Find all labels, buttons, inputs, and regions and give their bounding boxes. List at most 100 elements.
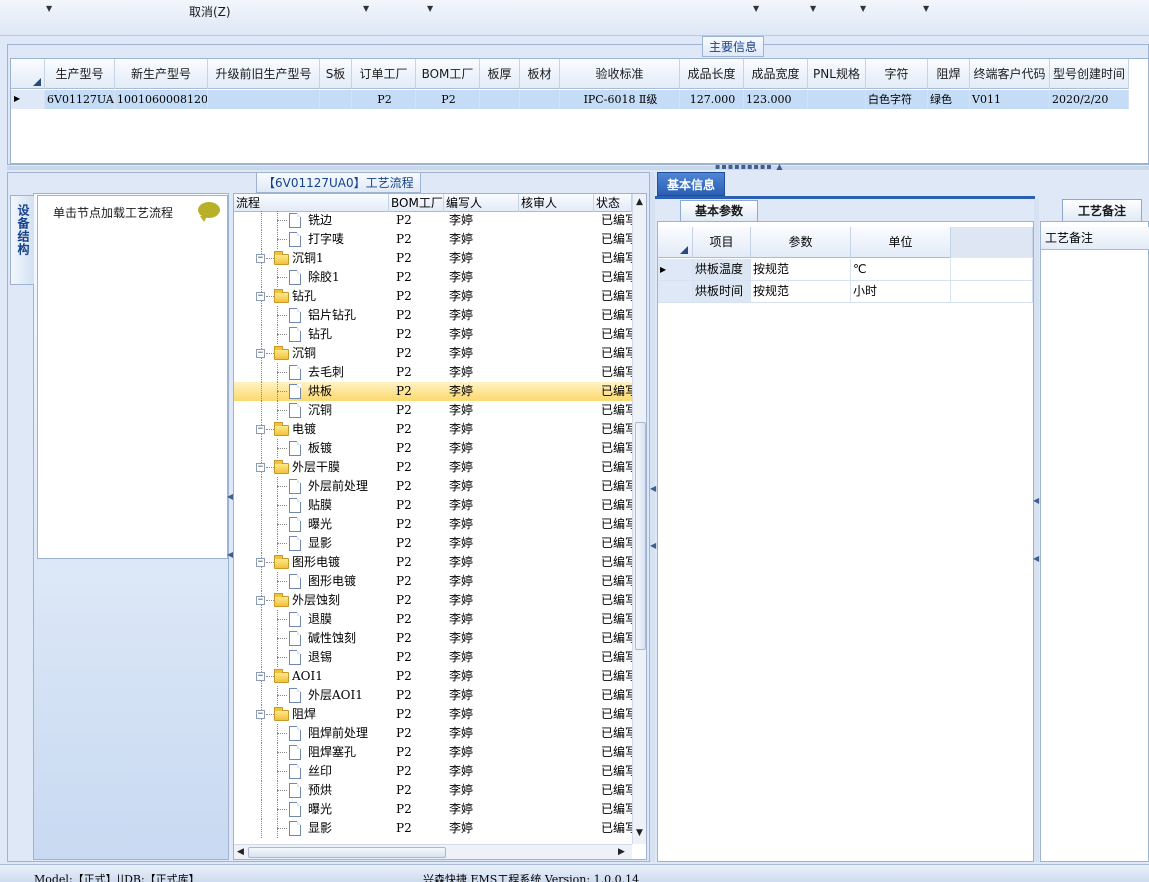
unit-cell[interactable]: 小时 xyxy=(851,281,951,302)
table-cell[interactable]: 白色字符 xyxy=(866,90,928,109)
column-header[interactable]: BOM工厂 xyxy=(389,194,444,212)
tree-folder-node[interactable]: − AOI1 P2 李婷 已编写 xyxy=(234,667,632,686)
column-header[interactable]: 阻焊 xyxy=(928,59,970,89)
collapse-toggle-icon[interactable]: − xyxy=(256,254,265,263)
tree-leaf-node[interactable]: 外层AOI1 P2 李婷 已编写 xyxy=(234,686,632,705)
collapse-toggle-icon[interactable]: − xyxy=(256,463,265,472)
table-cell[interactable] xyxy=(480,90,520,109)
vertical-splitter[interactable] xyxy=(650,172,655,862)
column-header[interactable]: 单位 xyxy=(851,227,951,258)
tree-leaf-node[interactable]: 铝片钻孔 P2 李婷 已编写 xyxy=(234,306,632,325)
tree-folder-node[interactable]: − 沉铜 P2 李婷 已编写 xyxy=(234,344,632,363)
tree-leaf-node[interactable]: 显影 P2 李婷 已编写 xyxy=(234,534,632,553)
tree-leaf-node[interactable]: 碱性蚀刻 P2 李婷 已编写 xyxy=(234,629,632,648)
column-header[interactable]: BOM工厂 xyxy=(416,59,480,89)
param-cell[interactable]: 按规范 xyxy=(751,281,851,302)
tree-folder-node[interactable]: − 图形电镀 P2 李婷 已编写 xyxy=(234,553,632,572)
tab-equipment-structure[interactable]: 设备结构 xyxy=(10,195,34,285)
dropdown-arrow-icon[interactable]: ▼ xyxy=(923,4,929,13)
column-header[interactable]: 订单工厂 xyxy=(352,59,416,89)
table-cell[interactable] xyxy=(520,90,560,109)
tree-leaf-node[interactable]: 除胶1 P2 李婷 已编写 xyxy=(234,268,632,287)
table-cell[interactable] xyxy=(808,90,866,109)
column-header[interactable]: 参数 xyxy=(751,227,851,258)
tree-folder-node[interactable]: − 阻焊 P2 李婷 已编写 xyxy=(234,705,632,724)
dropdown-arrow-icon[interactable]: ▼ xyxy=(363,4,369,13)
scroll-thumb[interactable] xyxy=(248,847,446,858)
tree-leaf-node[interactable]: 曝光 P2 李婷 已编写 xyxy=(234,800,632,819)
scroll-thumb[interactable] xyxy=(635,422,646,650)
dropdown-arrow-icon[interactable]: ▼ xyxy=(810,4,816,13)
splitter-grip-icon[interactable]: ◀ xyxy=(1033,496,1039,505)
table-row[interactable]: ▶ 烘板温度 按规范 ℃ xyxy=(658,259,1033,281)
tree-folder-node[interactable]: − 外层干膜 P2 李婷 已编写 xyxy=(234,458,632,477)
table-row[interactable]: 6V01127UA0 10010600081208 P2 P2 IPC-6018 Ⅱ级 1… xyxy=(11,90,1129,109)
splitter-grip-icon[interactable]: ◀ xyxy=(1033,554,1039,563)
dropdown-arrow-icon[interactable]: ▼ xyxy=(46,4,52,13)
tree-leaf-node[interactable]: 阻焊塞孔 P2 李婷 已编写 xyxy=(234,743,632,762)
tree-leaf-node[interactable]: 钻孔 P2 李婷 已编写 xyxy=(234,325,632,344)
vertical-splitter[interactable] xyxy=(1034,199,1039,862)
table-cell[interactable]: V011 xyxy=(970,90,1050,109)
table-cell[interactable] xyxy=(320,90,352,109)
table-cell[interactable]: 127.000 xyxy=(680,90,744,109)
dropdown-arrow-icon[interactable]: ▼ xyxy=(860,4,866,13)
scroll-left-icon[interactable]: ◀ xyxy=(237,847,244,857)
tab-process-notes[interactable]: 工艺备注 xyxy=(1062,199,1142,222)
table-cell[interactable]: P2 xyxy=(352,90,416,109)
param-cell[interactable]: 按规范 xyxy=(751,259,851,280)
column-header[interactable]: 编写人 xyxy=(444,194,519,212)
tree-leaf-node[interactable]: 外层前处理 P2 李婷 已编写 xyxy=(234,477,632,496)
tab-basic-info[interactable]: 基本信息 xyxy=(657,172,725,196)
tree-leaf-node[interactable]: 退锡 P2 李婷 已编写 xyxy=(234,648,632,667)
tree-leaf-node[interactable]: 烘板 P2 李婷 已编写 xyxy=(234,382,632,401)
column-header[interactable]: 新生产型号 xyxy=(115,59,208,89)
unit-cell[interactable]: ℃ xyxy=(851,259,951,280)
column-header[interactable]: 型号创建时间 xyxy=(1050,59,1129,89)
table-cell[interactable]: IPC-6018 Ⅱ级 xyxy=(560,90,680,109)
tree-leaf-node[interactable]: 显影 P2 李婷 已编写 xyxy=(234,819,632,838)
column-header[interactable]: 板材 xyxy=(520,59,560,89)
collapse-toggle-icon[interactable]: − xyxy=(256,596,265,605)
table-cell[interactable]: 2020/2/20 xyxy=(1050,90,1129,109)
table-cell[interactable]: 10010600081208 xyxy=(115,90,208,109)
row-selector[interactable] xyxy=(658,281,693,302)
main-info-grid[interactable]: 生产型号 新生产型号 升级前旧生产型号 S板 订单工厂 BOM工厂 板厚 板材 验收标准 成品长度… xyxy=(10,58,1149,164)
tab-basic-params[interactable]: 基本参数 xyxy=(680,200,758,222)
column-header[interactable]: 字符 xyxy=(866,59,928,89)
dropdown-arrow-icon[interactable]: ▼ xyxy=(427,4,433,13)
vertical-scrollbar[interactable]: ▲ ▼ xyxy=(632,194,646,844)
collapse-toggle-icon[interactable]: − xyxy=(256,425,265,434)
row-selector[interactable]: ▶ xyxy=(658,259,693,280)
process-tree[interactable]: 流程BOM工厂编写人核审人状态 铣边P2李婷已编写打字唛P2李婷已编写−沉铜1P… xyxy=(233,193,647,860)
column-header[interactable]: S板 xyxy=(320,59,352,89)
tree-leaf-node[interactable]: 图形电镀 P2 李婷 已编写 xyxy=(234,572,632,591)
collapse-toggle-icon[interactable]: − xyxy=(256,349,265,358)
column-header[interactable]: 成品宽度 xyxy=(744,59,808,89)
column-header[interactable]: 终端客户代码 xyxy=(970,59,1050,89)
scroll-right-icon[interactable]: ▶ xyxy=(618,847,625,857)
column-header[interactable]: 板厚 xyxy=(480,59,520,89)
dropdown-arrow-icon[interactable]: ▼ xyxy=(753,4,759,13)
splitter-grip-icon[interactable]: ◀ xyxy=(650,484,656,493)
tree-leaf-node[interactable]: 贴膜 P2 李婷 已编写 xyxy=(234,496,632,515)
cancel-menu[interactable]: 取消(Z) xyxy=(189,3,231,20)
tree-leaf-node[interactable]: 铣边 P2 李婷 已编写 xyxy=(234,211,632,230)
horizontal-scrollbar[interactable]: ◀ ▶ xyxy=(234,844,632,859)
collapse-toggle-icon[interactable]: − xyxy=(256,672,265,681)
tree-leaf-node[interactable]: 板镀 P2 李婷 已编写 xyxy=(234,439,632,458)
column-header[interactable]: 验收标准 xyxy=(560,59,680,89)
table-cell[interactable]: P2 xyxy=(416,90,480,109)
load-process-box[interactable]: 单击节点加载工艺流程 xyxy=(37,195,228,559)
table-cell[interactable]: 123.000 xyxy=(744,90,808,109)
tree-folder-node[interactable]: − 沉铜1 P2 李婷 已编写 xyxy=(234,249,632,268)
scroll-down-icon[interactable]: ▼ xyxy=(636,828,643,838)
column-header[interactable]: 生产型号 xyxy=(45,59,115,89)
column-header[interactable]: 状态 xyxy=(594,194,632,212)
tree-leaf-node[interactable]: 曝光 P2 李婷 已编写 xyxy=(234,515,632,534)
tree-folder-node[interactable]: − 电镀 P2 李婷 已编写 xyxy=(234,420,632,439)
table-cell[interactable]: 绿色 xyxy=(928,90,970,109)
column-header[interactable]: 升级前旧生产型号 xyxy=(208,59,320,89)
tree-leaf-node[interactable]: 预烘 P2 李婷 已编写 xyxy=(234,781,632,800)
tree-leaf-node[interactable]: 去毛刺 P2 李婷 已编写 xyxy=(234,363,632,382)
